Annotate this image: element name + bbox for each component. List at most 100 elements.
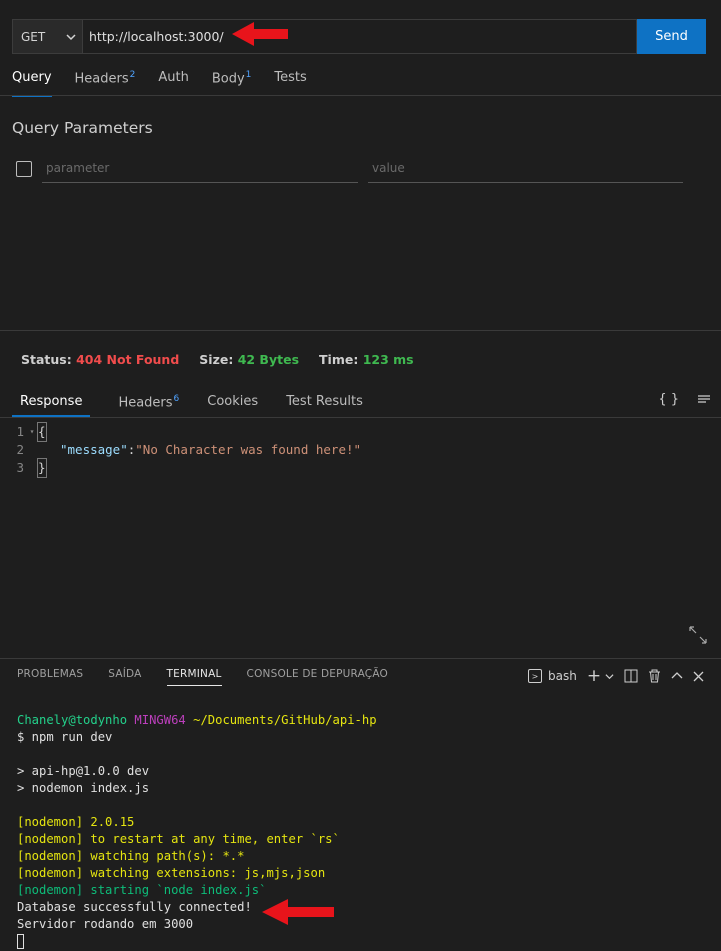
- time-label: Time:: [319, 352, 359, 367]
- method-value: GET: [21, 29, 46, 44]
- terminal-line: [nodemon] 2.0.15: [17, 815, 135, 829]
- tab-problemas[interactable]: PROBLEMAS: [17, 668, 83, 684]
- prompt-line: Chanely@todynho MINGW64 ~/Documents/GitH…: [17, 712, 377, 729]
- request-tabs: Query Headers2 Auth Body1 Tests: [12, 64, 330, 97]
- terminal-user: Chanely@todynho: [17, 713, 128, 727]
- time-value: 123 ms: [362, 352, 414, 367]
- tab-badge: 1: [245, 70, 252, 80]
- terminal-blank: [17, 797, 377, 814]
- terminal-line: > api-hp@1.0.0 dev: [17, 764, 150, 778]
- braces-icon[interactable]: { }: [658, 392, 679, 407]
- send-button[interactable]: Send: [637, 19, 706, 54]
- response-body: 1 ▾ { 2 "message": "No Character was fou…: [0, 422, 721, 478]
- tab-cookies[interactable]: Cookies: [199, 387, 266, 417]
- tab-label: Test Results: [286, 394, 363, 409]
- param-checkbox[interactable]: [16, 161, 32, 177]
- close-icon[interactable]: [693, 671, 704, 682]
- value-input[interactable]: value: [368, 155, 683, 183]
- tab-badge: 2: [129, 70, 136, 80]
- json-colon: :: [127, 442, 136, 457]
- split-terminal-icon[interactable]: [624, 669, 638, 683]
- panel-border: [0, 658, 721, 659]
- code-line: 1 ▾ {: [0, 422, 721, 442]
- tab-tests[interactable]: Tests: [274, 64, 306, 96]
- tab-response[interactable]: Response: [12, 387, 91, 417]
- tab-label: Headers: [74, 71, 129, 87]
- open-brace: {: [37, 422, 47, 442]
- add-terminal-icon[interactable]: +: [587, 666, 601, 686]
- tab-label: Cookies: [207, 394, 259, 409]
- chevron-up-icon[interactable]: [671, 670, 683, 682]
- terminal-blank: [17, 746, 377, 763]
- terminal-cursor: [17, 934, 24, 949]
- panel-tabs: PROBLEMAS SAÍDA TERMINAL CONSOLE DE DEPU…: [17, 668, 413, 686]
- menu-icon[interactable]: [697, 392, 711, 406]
- terminal-line: [nodemon] watching extensions: js,mjs,js…: [17, 866, 326, 880]
- tab-label: Tests: [274, 70, 307, 85]
- url-value: http://localhost:3000/: [89, 29, 224, 44]
- method-select[interactable]: GET: [12, 19, 83, 54]
- terminal-env: MINGW64: [134, 713, 186, 727]
- tab-headers[interactable]: Headers2: [75, 64, 136, 96]
- json-value: "No Character was found here!": [135, 442, 362, 457]
- parameter-input[interactable]: parameter: [42, 155, 358, 183]
- tab-label: Auth: [158, 70, 189, 85]
- tab-response-headers[interactable]: Headers6: [110, 387, 187, 417]
- status-row: Status: 404 Not Found Size: 42 Bytes Tim…: [21, 352, 414, 367]
- tab-test-results[interactable]: Test Results: [278, 387, 371, 417]
- tab-body[interactable]: Body1: [212, 64, 252, 96]
- chevron-down-icon[interactable]: [605, 672, 614, 681]
- size-info: Size: 42 Bytes: [199, 352, 299, 367]
- size-label: Size:: [199, 352, 234, 367]
- terminal-line: [nodemon] to restart at any time, enter …: [17, 832, 340, 846]
- tab-label: Query: [12, 70, 52, 85]
- tab-label: Response: [20, 394, 83, 409]
- status-info: Status: 404 Not Found: [21, 352, 179, 367]
- code-line: 2 "message": "No Character was found her…: [0, 441, 721, 459]
- line-number: 1: [16, 424, 24, 439]
- response-actions: { }: [658, 392, 711, 407]
- terminal-cursor-line: [17, 933, 377, 950]
- annotation-arrow-terminal: [262, 899, 334, 925]
- terminal-icon: >: [528, 669, 542, 683]
- close-brace: }: [37, 458, 47, 478]
- annotation-arrow-url: [232, 22, 288, 46]
- tab-saida[interactable]: SAÍDA: [108, 668, 141, 684]
- tab-query[interactable]: Query: [12, 64, 52, 97]
- chevron-down-icon: [66, 33, 76, 40]
- fold-chevron-icon[interactable]: ▾: [26, 423, 38, 441]
- panel-actions: > bash +: [528, 666, 704, 686]
- terminal-path: ~/Documents/GitHub/api-hp: [193, 713, 377, 727]
- response-tabs: Response Headers6 Cookies Test Results: [12, 387, 383, 417]
- line-number: 2: [16, 442, 24, 457]
- tab-auth[interactable]: Auth: [158, 64, 188, 96]
- url-input[interactable]: http://localhost:3000/: [83, 19, 637, 54]
- tab-terminal[interactable]: TERMINAL: [166, 668, 222, 686]
- tab-console-depuracao[interactable]: CONSOLE DE DEPURAÇÃO: [247, 668, 388, 684]
- terminal-line: [nodemon] watching path(s): *.*: [17, 849, 245, 863]
- terminal-line: $ npm run dev: [17, 730, 113, 744]
- divider: [0, 95, 721, 96]
- line-number: 3: [16, 460, 24, 475]
- terminal-line: [nodemon] starting `node index.js`: [17, 883, 267, 897]
- code-line: 3 }: [0, 458, 721, 478]
- value-placeholder: value: [372, 161, 405, 175]
- expand-icon[interactable]: [688, 625, 708, 645]
- query-params-title: Query Parameters: [12, 119, 153, 137]
- size-value: 42 Bytes: [237, 352, 300, 367]
- tab-badge: 6: [173, 394, 180, 404]
- shell-name[interactable]: bash: [548, 669, 577, 683]
- terminal-line: > nodemon index.js: [17, 781, 150, 795]
- parameter-placeholder: parameter: [46, 161, 110, 175]
- trash-icon[interactable]: [648, 669, 661, 683]
- status-value: 404 Not Found: [76, 352, 180, 367]
- time-info: Time: 123 ms: [319, 352, 414, 367]
- status-label: Status:: [21, 352, 72, 367]
- divider: [0, 417, 721, 418]
- tab-label: Body: [211, 71, 245, 87]
- divider: [0, 330, 721, 331]
- tab-label: Headers: [118, 395, 173, 411]
